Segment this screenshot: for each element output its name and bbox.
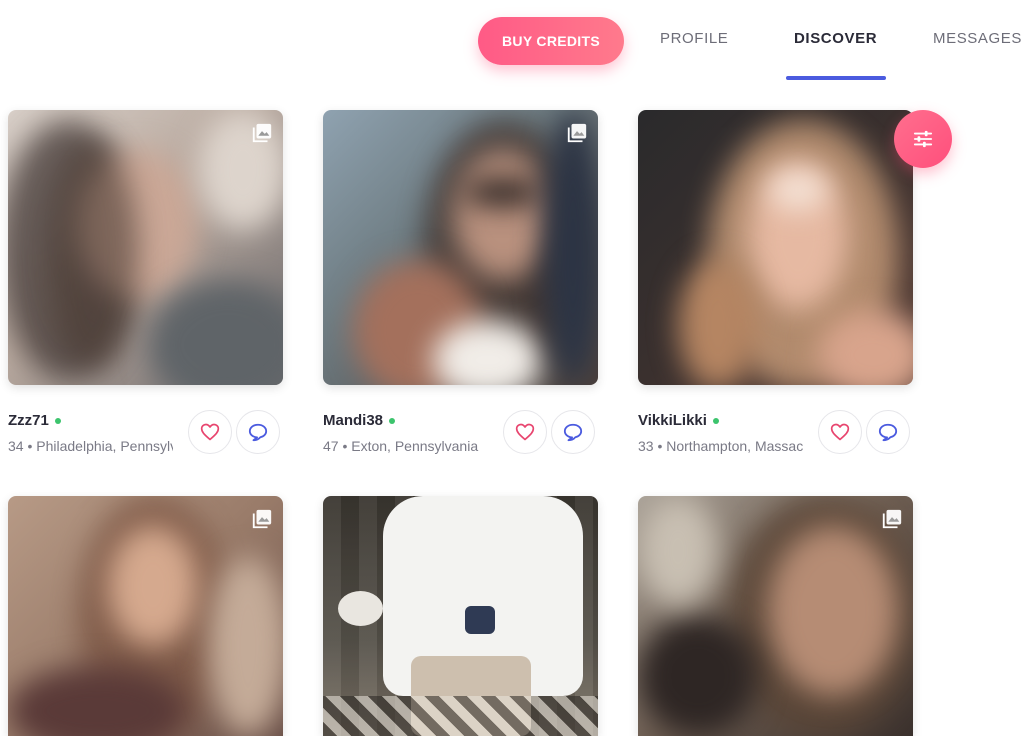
like-button[interactable] [503,410,547,454]
heart-icon [200,423,220,441]
profile-name[interactable]: Mandi38 [323,412,383,429]
profile-name-row: Mandi38 [323,412,396,429]
profile-age-location: 33 • Northampton, Massachusetts [638,438,803,454]
profile-photo[interactable] [323,496,598,736]
profile-photo[interactable] [323,110,598,385]
profile-name-row: VikkiLikki [638,412,719,429]
profile-age-location: 34 • Philadelphia, Pennsylvania [8,438,173,454]
profile-name[interactable]: VikkiLikki [638,412,707,429]
profile-photo[interactable] [638,110,913,385]
profile-photo[interactable] [638,496,913,736]
nav-tab-messages[interactable]: MESSAGES [933,30,1022,52]
sliders-icon [913,130,933,148]
chat-bubble-icon [878,423,898,442]
nav-tab-discover[interactable]: DISCOVER [794,30,877,52]
online-status-indicator [389,417,396,424]
chat-bubble-icon [563,423,583,442]
profile-photo[interactable] [8,496,283,736]
profile-meta: Mandi38 47 • Exton, Pennsylvania [323,410,598,470]
profile-age-location: 47 • Exton, Pennsylvania [323,438,479,454]
heart-icon [830,423,850,441]
nav-tab-profile[interactable]: PROFILE [660,30,728,52]
profile-meta: Zzz71 34 • Philadelphia, Pennsylvania [8,410,283,470]
profile-photo[interactable] [8,110,283,385]
like-button[interactable] [188,410,232,454]
top-navigation: BUY CREDITS PROFILE DISCOVER MESSAGES [0,0,1024,92]
gallery-icon[interactable] [251,122,273,144]
gallery-icon[interactable] [251,508,273,530]
online-status-indicator [54,417,61,424]
message-button[interactable] [236,410,280,454]
message-button[interactable] [866,410,910,454]
like-button[interactable] [818,410,862,454]
profile-name-row: Zzz71 [8,412,61,429]
profile-meta: VikkiLikki 33 • Northampton, Massachuset… [638,410,913,470]
online-status-indicator [712,417,719,424]
chat-bubble-icon [248,423,268,442]
gallery-icon[interactable] [881,508,903,530]
buy-credits-button[interactable]: BUY CREDITS [478,17,624,65]
gallery-icon[interactable] [566,122,588,144]
filter-button[interactable] [894,110,952,168]
active-tab-indicator [786,76,886,80]
message-button[interactable] [551,410,595,454]
heart-icon [515,423,535,441]
profile-name[interactable]: Zzz71 [8,412,49,429]
